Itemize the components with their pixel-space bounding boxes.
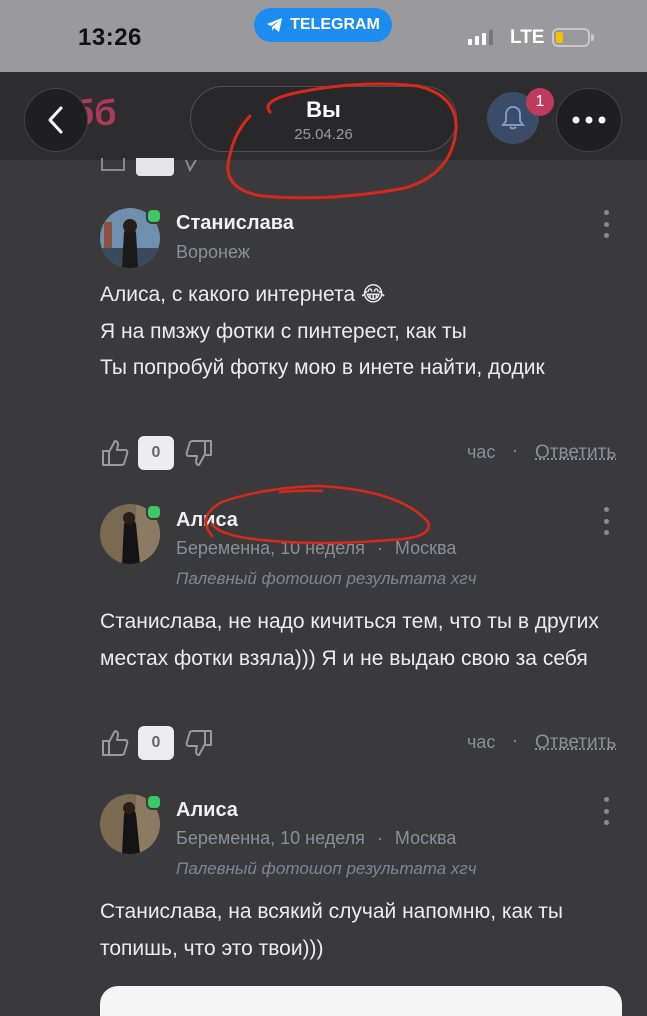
comment-meta: Беременна, 10 неделя · Москва (176, 828, 457, 848)
signal-icon (468, 30, 493, 45)
comment-menu-button[interactable] (598, 797, 614, 825)
thumbs-down-icon[interactable] (184, 728, 214, 758)
more-horizontal-icon (572, 116, 606, 124)
comment-actions: 0 час · Ответить (100, 726, 622, 762)
comment-menu-button[interactable] (598, 507, 614, 535)
back-button[interactable] (24, 88, 88, 152)
user-status: Палевный фотошоп результата хгч (176, 859, 477, 878)
online-indicator (146, 208, 162, 224)
status-bar: 13:26 TELEGRAM LTE (0, 0, 647, 72)
telegram-icon (267, 18, 283, 32)
reply-input-card[interactable] (100, 986, 622, 1016)
comment-meta: Беременна, 10 неделя · Москва (176, 538, 457, 558)
separator-dot: · (512, 730, 518, 750)
comment-text: Алиса, с какого интернета 😂 Я на пмзжу ф… (100, 283, 545, 379)
battery-icon (552, 28, 594, 47)
comment-author[interactable]: Алиса (176, 799, 238, 822)
notifications-badge: 1 (526, 88, 554, 116)
comment-time: час (467, 442, 496, 462)
bell-icon (501, 105, 525, 130)
comment-location: Москва (394, 538, 457, 558)
chevron-left-icon (48, 106, 63, 134)
separator-dot: · (512, 440, 518, 460)
more-options-button[interactable] (556, 88, 622, 152)
telegram-return-pill[interactable]: TELEGRAM (254, 8, 392, 42)
like-count: 0 (138, 726, 174, 760)
comment-author[interactable]: Станислава (176, 212, 294, 235)
page-date: 25.04.26 (294, 126, 353, 143)
pregnancy-week: Беременна, 10 неделя (176, 828, 365, 848)
comment-author[interactable]: Алиса (176, 509, 238, 532)
online-indicator (146, 794, 162, 810)
reply-link[interactable]: Ответить (535, 732, 616, 754)
clock: 13:26 (78, 24, 142, 51)
comment-actions: 0 час · Ответить (100, 436, 622, 472)
dislike-icon (185, 159, 197, 173)
network-type: LTE (510, 27, 545, 48)
like-icon (101, 158, 125, 171)
online-indicator (146, 504, 162, 520)
scribble-under-name (204, 484, 430, 545)
comment-location: Воронеж (176, 242, 250, 262)
telegram-pill-label: TELEGRAM (290, 16, 380, 33)
pregnancy-week: Беременна, 10 неделя (176, 538, 365, 558)
comment-time: час (467, 732, 496, 752)
reply-link[interactable]: Ответить (535, 442, 616, 464)
comment-menu-button[interactable] (598, 210, 614, 238)
page-title-pill[interactable]: Вы 25.04.26 (190, 86, 457, 152)
thumbs-up-icon[interactable] (100, 728, 130, 758)
comment-text: Станислава, на всякий случай напомню, ка… (100, 900, 563, 960)
user-status: Палевный фотошоп результата хгч (176, 569, 477, 588)
previous-comment-actions (100, 158, 198, 178)
thumbs-up-icon[interactable] (100, 438, 130, 468)
comment-location: Москва (394, 828, 457, 848)
thumbs-down-icon[interactable] (184, 438, 214, 468)
page-title: Вы (306, 97, 341, 122)
comment-text: Станислава, не надо кичиться тем, что ты… (100, 610, 599, 670)
like-count: 0 (138, 436, 174, 470)
